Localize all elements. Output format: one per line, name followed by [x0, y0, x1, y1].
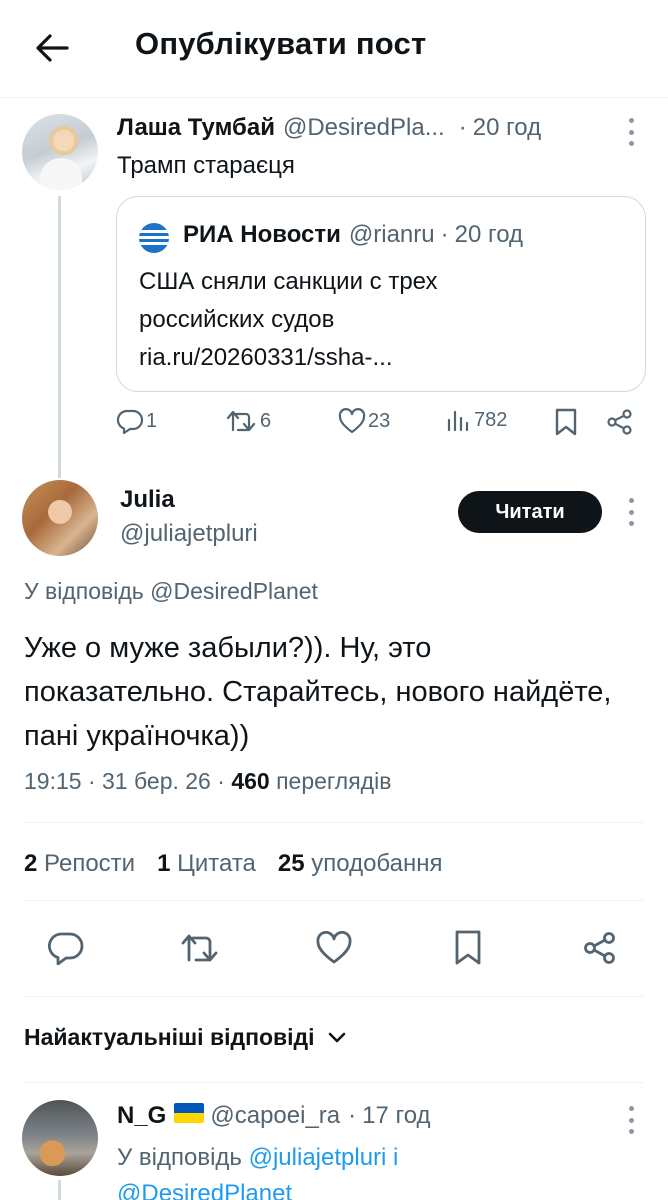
divider	[24, 900, 644, 901]
divider	[24, 1082, 644, 1083]
views-count: 460	[231, 768, 270, 794]
dot-separator: ·	[458, 114, 467, 141]
avatar[interactable]	[22, 1100, 98, 1176]
mention-link[interactable]: @DesiredPlanet	[117, 1180, 292, 1200]
avatar[interactable]	[22, 114, 98, 190]
like-count: 23	[368, 409, 391, 432]
ria-logo-icon	[139, 223, 169, 253]
more-options-icon[interactable]	[626, 1106, 636, 1134]
share-icon	[607, 409, 632, 435]
like-button[interactable]: 23	[338, 408, 390, 434]
share-icon	[584, 932, 615, 964]
reply-icon	[48, 932, 84, 965]
reply-to-label: У відповідь @juliajetpluri і @DesiredPla…	[117, 1140, 617, 1200]
mention-link[interactable]: @juliajetpluri	[249, 1144, 387, 1171]
arrow-left-icon	[36, 34, 69, 62]
divider	[24, 996, 644, 997]
post-text: Уже о муже забыли?)). Ну, это показатель…	[24, 632, 612, 752]
quoted-post-time: 20 год	[454, 221, 524, 248]
heart-icon	[316, 931, 352, 964]
share-button[interactable]	[606, 408, 634, 436]
quoted-author-handle: @rianru	[348, 221, 435, 248]
bookmark-icon	[555, 408, 577, 436]
author-name[interactable]: Лаша Тумбай	[117, 114, 275, 142]
post-time[interactable]: 20 год	[473, 114, 541, 142]
quotes-stat[interactable]: 1 Цитата	[157, 850, 256, 878]
divider	[24, 822, 644, 823]
post-time: 19:15	[24, 768, 82, 794]
repost-icon	[226, 410, 256, 432]
share-button[interactable]	[580, 928, 620, 968]
reposts-stat[interactable]: 2 Репости	[24, 850, 135, 878]
chevron-down-icon	[328, 1032, 345, 1042]
author-handle[interactable]: @juliajetpluri	[120, 520, 258, 548]
main-post-actions	[0, 924, 668, 974]
replies-sort-dropdown[interactable]: Найактуальніші відповіді	[24, 1024, 347, 1051]
author-name[interactable]: Julia	[120, 486, 175, 514]
heart-icon	[338, 408, 366, 434]
avatar[interactable]	[22, 480, 98, 556]
reply-button[interactable]	[46, 928, 86, 968]
engagement-stats: 2 Репости 1 Цитата 25 уподобання	[24, 850, 464, 878]
post-time[interactable]: 17 год	[362, 1102, 430, 1130]
quoted-text-line: российских судов	[139, 306, 335, 333]
parent-post-actions: 1 6 23 782	[116, 408, 646, 444]
post-meta: 19:15 · 31 бер. 26 · 460 переглядів	[24, 768, 392, 794]
quoted-post-header: РИА Новости @rianru · 20 год	[183, 221, 523, 249]
quoted-text-line: США сняли санкции с трех	[139, 268, 438, 295]
reply-icon	[116, 409, 144, 434]
dot-separator: ·	[348, 1102, 357, 1129]
thread-line	[58, 1180, 61, 1200]
author-handle[interactable]: @DesiredPla...	[283, 114, 445, 142]
views-chart-icon	[447, 410, 469, 432]
repost-button[interactable]: 6	[226, 408, 271, 434]
bookmark-button[interactable]	[448, 928, 488, 968]
more-options-icon[interactable]	[626, 118, 636, 146]
reply-count: 1	[146, 409, 158, 432]
author-name[interactable]: N_G	[117, 1102, 166, 1130]
repost-icon	[181, 934, 218, 962]
dot-separator: ·	[440, 221, 449, 248]
views-button[interactable]: 782	[446, 408, 507, 432]
quoted-author-name: РИА Новости	[183, 221, 341, 248]
author-handle[interactable]: @capoei_ra	[210, 1102, 340, 1130]
page-title: Опублікувати пост	[135, 26, 427, 61]
bookmark-icon	[455, 930, 481, 965]
reply-button[interactable]: 1	[116, 408, 157, 434]
like-button[interactable]	[314, 928, 354, 968]
bookmark-button[interactable]	[554, 408, 578, 436]
follow-button[interactable]: Читати	[458, 491, 602, 533]
likes-stat[interactable]: 25 уподобання	[278, 850, 443, 878]
reply-post-header: N_G @capoei_ra · 17 год	[117, 1102, 431, 1130]
post-date: 31 бер. 26	[102, 768, 211, 794]
quoted-link: ria.ru/20260331/ssha-...	[139, 344, 393, 371]
views-count: 782	[474, 408, 508, 431]
repost-button[interactable]	[180, 928, 220, 968]
post-text: Трамп стараєця	[117, 152, 295, 179]
repost-count: 6	[260, 409, 272, 432]
parent-post-header: Лаша Тумбай @DesiredPla... · 20 год	[117, 114, 541, 142]
quoted-post-text: США сняли санкции с трех российских судо…	[139, 263, 619, 377]
replies-sort-label: Найактуальніші відповіді	[24, 1024, 315, 1050]
more-options-icon[interactable]	[626, 498, 636, 526]
views-label: переглядів	[276, 768, 392, 794]
quoted-post-card[interactable]: РИА Новости @rianru · 20 год США сняли с…	[116, 196, 646, 392]
thread-line	[58, 196, 61, 478]
top-bar: Опублікувати пост	[0, 0, 668, 98]
reply-to-label: У відповідь @DesiredPlanet	[24, 578, 318, 604]
back-button[interactable]	[30, 28, 74, 68]
ukraine-flag-icon	[174, 1103, 205, 1123]
